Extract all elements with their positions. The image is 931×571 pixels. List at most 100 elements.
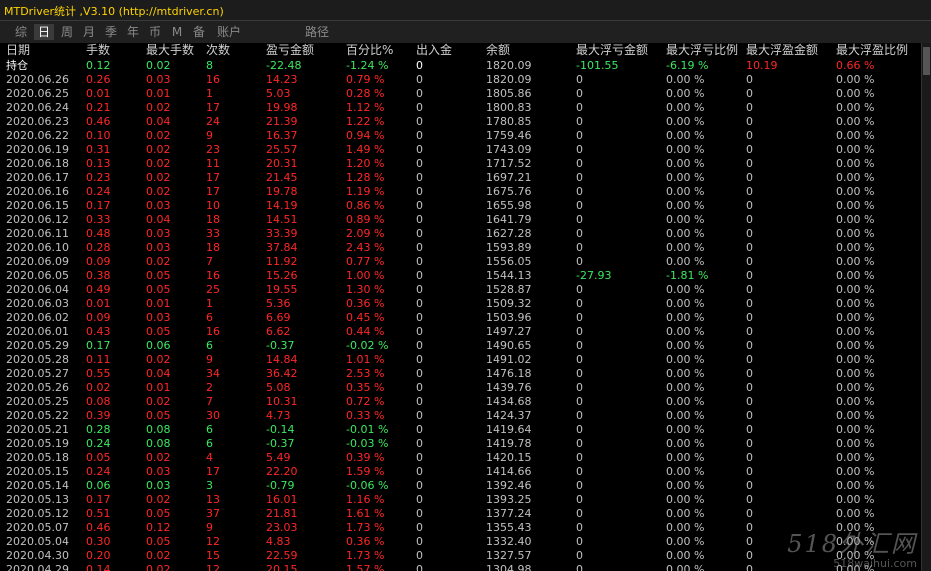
tab-summary[interactable]: 综 [12, 24, 30, 40]
tab-path[interactable]: 路径 [302, 24, 332, 40]
cell-deposit: 0 [416, 101, 423, 114]
table-row[interactable]: 2020.05.26 0.02 0.01 2 5.08 0.35 % 0 1439.76 0 0.… [0, 381, 921, 395]
cell-max-float-loss-pct: -6.19 % [666, 59, 709, 72]
table-row[interactable]: 2020.06.25 0.01 0.01 1 5.03 0.28 % 0 1805.86 0 0.… [0, 87, 921, 101]
vertical-scrollbar[interactable] [921, 43, 931, 571]
tab-account[interactable]: 账户 [214, 24, 244, 40]
cell-max-float-profit-pct: 0.00 % [836, 227, 875, 240]
cell-max-float-profit-pct: 0.00 % [836, 507, 875, 520]
cell-max-float-loss: 0 [576, 241, 583, 254]
cell-lots: 0.26 [86, 73, 111, 86]
table-row[interactable]: 2020.06.03 0.01 0.01 1 5.36 0.36 % 0 1509.32 0 0.… [0, 297, 921, 311]
table-row[interactable]: 2020.06.18 0.13 0.02 11 20.31 1.20 % 0 1717.52 0… [0, 157, 921, 171]
cell-max-lots: 0.08 [146, 423, 171, 436]
table-row[interactable]: 2020.05.27 0.55 0.04 34 36.42 2.53 % 0 1476.18 0… [0, 367, 921, 381]
table-row[interactable]: 2020.06.16 0.24 0.02 17 19.78 1.19 % 0 1675.76 0… [0, 185, 921, 199]
cell-max-lots: 0.03 [146, 227, 171, 240]
table-row[interactable]: 2020.06.05 0.38 0.05 16 15.26 1.00 % 0 1544.13 -… [0, 269, 921, 283]
tab-quarter[interactable]: 季 [102, 24, 120, 40]
table-row[interactable]: 2020.05.14 0.06 0.03 3 -0.79 -0.06 % 0 1392.46 0… [0, 479, 921, 493]
cell-pct: -1.24 % [346, 59, 389, 72]
col-header-lots[interactable]: 手数 [86, 43, 110, 57]
table-row[interactable]: 2020.05.12 0.51 0.05 37 21.81 1.61 % 0 1377.24 0… [0, 507, 921, 521]
cell-deposit: 0 [416, 199, 423, 212]
col-header-pnl[interactable]: 盈亏金额 [266, 43, 314, 57]
cell-lots: 0.10 [86, 129, 111, 142]
col-header-max-float-profit[interactable]: 最大浮盈金额 [746, 43, 818, 57]
cell-balance: 1434.68 [486, 395, 532, 408]
table-row[interactable]: 2020.06.01 0.43 0.05 16 6.62 0.44 % 0 1497.27 0 0… [0, 325, 921, 339]
cell-balance: 1393.25 [486, 493, 532, 506]
cell-deposit: 0 [416, 255, 423, 268]
cell-lots: 0.01 [86, 87, 111, 100]
table-row[interactable]: 2020.05.25 0.08 0.02 7 10.31 0.72 % 0 1434.68 0 0… [0, 395, 921, 409]
col-header-max-float-profit-pct[interactable]: 最大浮盈比例 [836, 43, 908, 57]
tab-note[interactable]: 备 [190, 24, 208, 40]
cell-max-float-loss: 0 [576, 255, 583, 268]
cell-max-float-profit: 0 [746, 437, 753, 450]
scrollbar-thumb[interactable] [923, 47, 930, 75]
cell-lots: 0.12 [86, 59, 111, 72]
table-row[interactable]: 2020.06.09 0.09 0.02 7 11.92 0.77 % 0 1556.05 0 0… [0, 255, 921, 269]
tab-currency[interactable]: 币 [146, 24, 164, 40]
table-row[interactable]: 2020.06.26 0.26 0.03 16 14.23 0.79 % 0 1820.09 0… [0, 73, 921, 87]
col-header-max-float-loss-pct[interactable]: 最大浮亏比例 [666, 43, 738, 57]
col-header-deposit[interactable]: 出入金 [416, 43, 452, 57]
col-header-balance[interactable]: 余额 [486, 43, 510, 57]
tab-month[interactable]: 月 [80, 24, 98, 40]
cell-max-float-loss-pct: 0.00 % [666, 115, 705, 128]
cell-max-float-loss-pct: 0.00 % [666, 563, 705, 571]
table-row[interactable]: 2020.04.29 0.14 0.02 12 20.15 1.57 % 0 1304.98 0… [0, 563, 921, 571]
cell-max-float-loss: 0 [576, 479, 583, 492]
col-header-pct[interactable]: 百分比% [346, 43, 393, 57]
tab-magic[interactable]: M [168, 24, 186, 40]
tab-week[interactable]: 周 [58, 24, 76, 40]
tab-year[interactable]: 年 [124, 24, 142, 40]
cell-lots: 0.21 [86, 101, 111, 114]
cell-max-lots: 0.03 [146, 73, 171, 86]
table-row[interactable]: 2020.05.07 0.46 0.12 9 23.03 1.73 % 0 1355.43 0 0… [0, 521, 921, 535]
table-row[interactable]: 2020.06.15 0.17 0.03 10 14.19 0.86 % 0 1655.98 0… [0, 199, 921, 213]
cell-pnl: -0.79 [266, 479, 295, 492]
table-row[interactable]: 2020.04.30 0.20 0.02 15 22.59 1.73 % 0 1327.57 0… [0, 549, 921, 563]
cell-pct: 2.53 % [346, 367, 385, 380]
cell-pct: 1.16 % [346, 493, 385, 506]
table-row[interactable]: 2020.06.10 0.28 0.03 18 37.84 2.43 % 0 1593.89 0… [0, 241, 921, 255]
table-row[interactable]: 2020.05.18 0.05 0.02 4 5.49 0.39 % 0 1420.15 0 0.… [0, 451, 921, 465]
cell-max-float-profit: 0 [746, 101, 753, 114]
cell-deposit: 0 [416, 311, 423, 324]
col-header-max-float-loss[interactable]: 最大浮亏金额 [576, 43, 648, 57]
table-row[interactable]: 2020.06.24 0.21 0.02 17 19.98 1.12 % 0 1800.83 0… [0, 101, 921, 115]
cell-max-float-profit: 0 [746, 241, 753, 254]
cell-max-float-loss-pct: 0.00 % [666, 129, 705, 142]
table-row[interactable]: 2020.06.23 0.46 0.04 24 21.39 1.22 % 0 1780.85 0… [0, 115, 921, 129]
table-row[interactable]: 2020.05.13 0.17 0.02 13 16.01 1.16 % 0 1393.25 0… [0, 493, 921, 507]
table-row[interactable]: 2020.05.29 0.17 0.06 6 -0.37 -0.02 % 0 1490.65 0… [0, 339, 921, 353]
table-row[interactable]: 2020.06.04 0.49 0.05 25 19.55 1.30 % 0 1528.87 0… [0, 283, 921, 297]
tab-day[interactable]: 日 [34, 24, 54, 40]
table-row[interactable]: 2020.06.02 0.09 0.03 6 6.69 0.45 % 0 1503.96 0 0.… [0, 311, 921, 325]
col-header-max-lots[interactable]: 最大手数 [146, 43, 194, 57]
cell-max-float-profit-pct: 0.00 % [836, 241, 875, 254]
cell-deposit: 0 [416, 339, 423, 352]
table-row[interactable]: 2020.05.04 0.30 0.05 12 4.83 0.36 % 0 1332.40 0 0… [0, 535, 921, 549]
cell-lots: 0.17 [86, 199, 111, 212]
holding-row[interactable]: 持仓 0.12 0.02 8 -22.48 -1.24 % 0 1820.09 -101.55 -… [0, 59, 921, 73]
table-row[interactable]: 2020.06.19 0.31 0.02 23 25.57 1.49 % 0 1743.09 0… [0, 143, 921, 157]
table-row[interactable]: 2020.06.17 0.23 0.02 17 21.45 1.28 % 0 1697.21 0… [0, 171, 921, 185]
table-row[interactable]: 2020.06.12 0.33 0.04 18 14.51 0.89 % 0 1641.79 0… [0, 213, 921, 227]
cell-count: 10 [206, 199, 220, 212]
col-header-count[interactable]: 次数 [206, 43, 230, 57]
col-header-date[interactable]: 日期 [6, 43, 30, 57]
cell-balance: 1627.28 [486, 227, 532, 240]
table-row[interactable]: 2020.05.21 0.28 0.08 6 -0.14 -0.01 % 0 1419.64 0… [0, 423, 921, 437]
cell-pct: 1.00 % [346, 269, 385, 282]
table-row[interactable]: 2020.05.15 0.24 0.03 17 22.20 1.59 % 0 1414.66 0… [0, 465, 921, 479]
table-row[interactable]: 2020.06.11 0.48 0.03 33 33.39 2.09 % 0 1627.28 0… [0, 227, 921, 241]
table-row[interactable]: 2020.05.28 0.11 0.02 9 14.84 1.01 % 0 1491.02 0 0… [0, 353, 921, 367]
table-row[interactable]: 2020.05.19 0.24 0.08 6 -0.37 -0.03 % 0 1419.78 0… [0, 437, 921, 451]
table-row[interactable]: 2020.05.22 0.39 0.05 30 4.73 0.33 % 0 1424.37 0 0… [0, 409, 921, 423]
cell-max-lots: 0.03 [146, 465, 171, 478]
table-row[interactable]: 2020.06.22 0.10 0.02 9 16.37 0.94 % 0 1759.46 0 0… [0, 129, 921, 143]
cell-deposit: 0 [416, 409, 423, 422]
